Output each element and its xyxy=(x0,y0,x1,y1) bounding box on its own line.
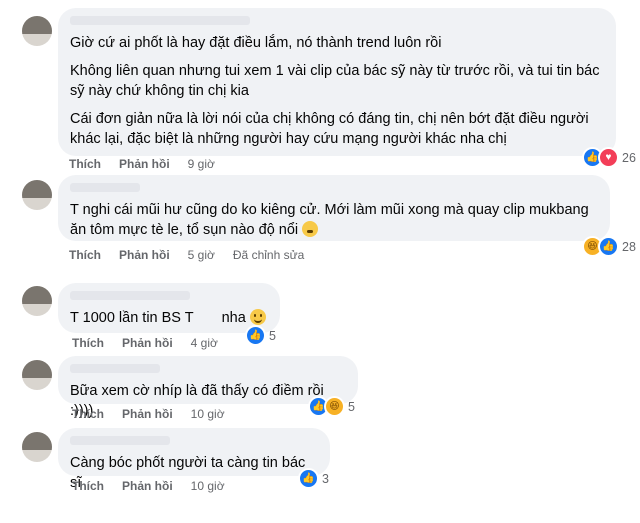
like-button[interactable]: Thích xyxy=(69,157,101,171)
reaction-summary[interactable]: 👍 5 xyxy=(245,325,276,346)
reaction-count: 5 xyxy=(269,328,276,343)
like-button[interactable]: Thích xyxy=(72,407,104,421)
comment-actions: Thích Phản hồi 10 giờ xyxy=(72,479,225,493)
reply-button[interactable]: Phản hồi xyxy=(122,479,173,493)
avatar[interactable] xyxy=(22,360,52,390)
reply-button[interactable]: Phản hồi xyxy=(119,157,170,171)
comment-actions: Thích Phản hồi 4 giờ xyxy=(72,336,218,350)
comment-actions: Thích Phản hồi 5 giờ Đã chỉnh sửa xyxy=(69,248,304,262)
comment-text: T nghi cái mũi hư cũng do ko kiêng cử. M… xyxy=(70,202,589,238)
like-icon: 👍 xyxy=(245,325,266,346)
reply-button[interactable]: Phản hồi xyxy=(122,407,173,421)
timestamp[interactable]: 10 giờ xyxy=(191,479,225,493)
commenter-name[interactable] xyxy=(70,183,140,192)
reaction-summary[interactable]: 👍 3 xyxy=(298,468,329,489)
timestamp[interactable]: 5 giờ xyxy=(188,248,215,262)
commenter-name[interactable] xyxy=(70,436,170,445)
avatar[interactable] xyxy=(22,16,52,46)
comment-bubble: Càng bóc phốt người ta càng tin bác sĩ xyxy=(58,428,330,491)
comment-bubble: Giờ cứ ai phốt là hay đặt điều lắm, nó t… xyxy=(58,8,616,156)
comment-bubble: T nghi cái mũi hư cũng do ko kiêng cử. M… xyxy=(58,175,610,241)
timestamp[interactable]: 10 giờ xyxy=(191,407,225,421)
reaction-summary[interactable]: 👍 ♥ 26 xyxy=(582,147,636,168)
like-icon: 👍 xyxy=(298,468,319,489)
like-button[interactable]: Thích xyxy=(72,479,104,493)
comment-text-line: T nghi cái mũi hư cũng do ko kiêng cử. M… xyxy=(70,200,598,240)
commenter-name[interactable] xyxy=(70,364,160,373)
comment-text: Giờ cứ ai phốt là hay đặt điều lắm, nó t… xyxy=(70,35,442,51)
reaction-summary[interactable]: 👍 😆 5 xyxy=(308,396,355,417)
commenter-name[interactable] xyxy=(70,16,250,25)
reply-button[interactable]: Phản hồi xyxy=(122,336,173,350)
reaction-count: 26 xyxy=(622,150,636,165)
timestamp[interactable]: 4 giờ xyxy=(191,336,218,350)
reaction-count: 3 xyxy=(322,471,329,486)
commenter-name[interactable] xyxy=(70,291,190,300)
comment-actions: Thích Phản hồi 9 giờ xyxy=(69,157,215,171)
smiling-face-emoji-icon xyxy=(249,309,266,325)
love-icon: ♥ xyxy=(598,147,619,168)
comment-text-line: T 1000 lần tin BS T nha xyxy=(70,308,268,328)
comment-text: T 1000 lần tin BS T xyxy=(70,310,194,326)
comment-text: Cái đơn giản nữa là lời nói của chị khôn… xyxy=(70,111,589,147)
avatar[interactable] xyxy=(22,180,52,210)
reply-button[interactable]: Phản hồi xyxy=(119,248,170,262)
like-button[interactable]: Thích xyxy=(69,248,101,262)
avatar[interactable] xyxy=(22,286,52,316)
comment-text: Không liên quan nhưng tui xem 1 vài clip… xyxy=(70,63,600,99)
haha-icon: 😆 xyxy=(324,396,345,417)
edited-label[interactable]: Đã chỉnh sửa xyxy=(233,248,304,262)
avatar[interactable] xyxy=(22,432,52,462)
reaction-count: 5 xyxy=(348,399,355,414)
timestamp[interactable]: 9 giờ xyxy=(188,157,215,171)
reaction-count: 28 xyxy=(622,239,636,254)
comment-text: nha xyxy=(221,310,246,326)
like-icon: 👍 xyxy=(598,236,619,257)
like-button[interactable]: Thích xyxy=(72,336,104,350)
dizzy-face-emoji-icon xyxy=(302,221,319,237)
comment-actions: Thích Phản hồi 10 giờ xyxy=(72,407,225,421)
reaction-summary[interactable]: 😆 👍 28 xyxy=(582,236,636,257)
